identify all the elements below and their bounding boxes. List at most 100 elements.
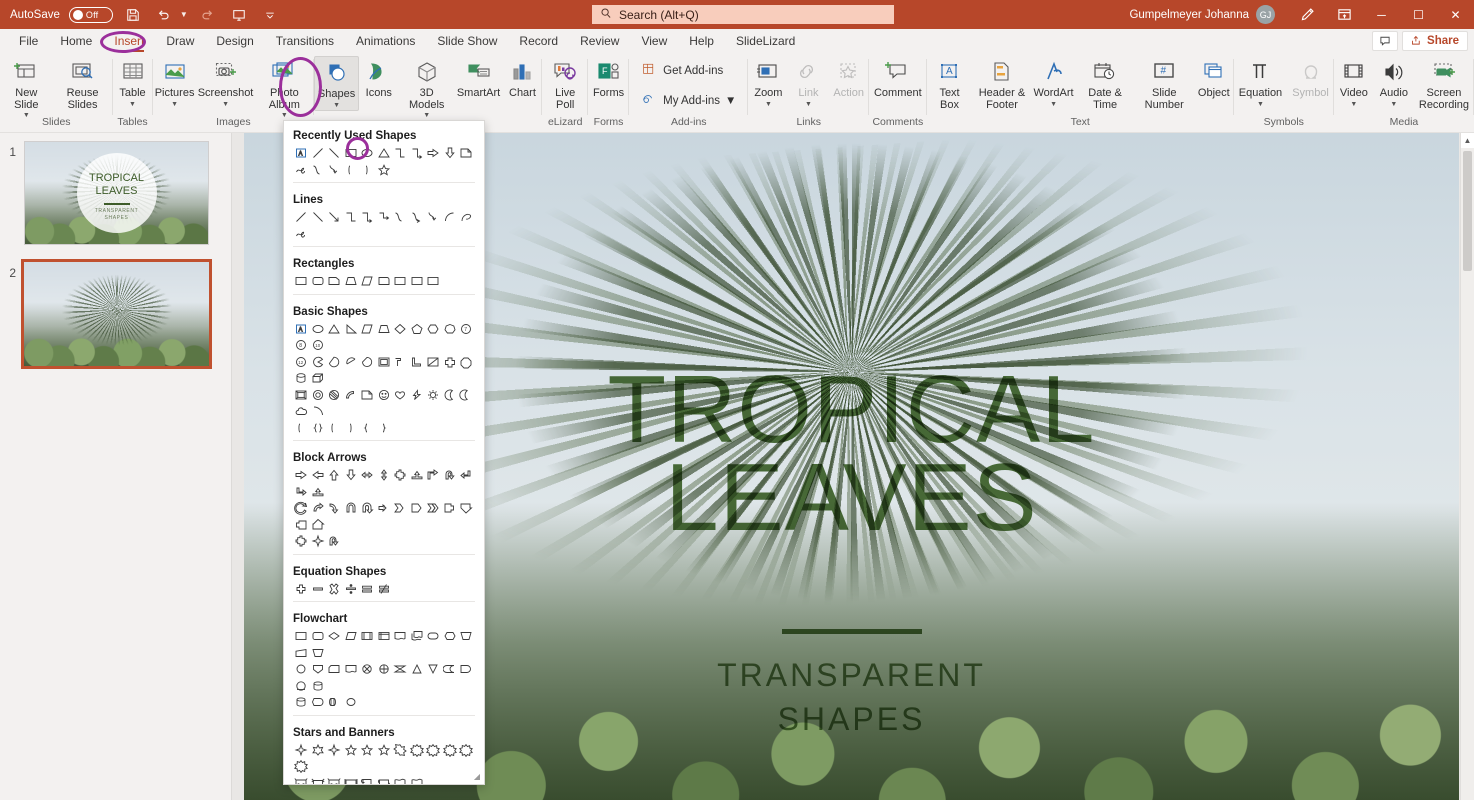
shape-item-bev[interactable] bbox=[293, 387, 310, 404]
shape-item-astr[interactable] bbox=[376, 500, 393, 517]
ribbon-display-options-icon[interactable] bbox=[1326, 0, 1363, 29]
shape-item-pent[interactable] bbox=[409, 321, 426, 338]
shape-item-eneq[interactable] bbox=[376, 581, 393, 598]
shape-item-for2[interactable] bbox=[376, 661, 393, 678]
shape-item-ell[interactable] bbox=[359, 145, 376, 162]
start-presentation-icon[interactable] bbox=[228, 4, 250, 26]
chevron-down-icon[interactable]: ▼ bbox=[333, 102, 340, 110]
shape-item-foff[interactable] bbox=[310, 661, 327, 678]
shape-item-fdec[interactable] bbox=[326, 628, 343, 645]
shape-item-circ10[interactable]: 10 bbox=[310, 337, 327, 354]
shape-item-cross[interactable] bbox=[442, 354, 459, 371]
shape-item-fmanop[interactable] bbox=[310, 645, 327, 662]
shape-item-arcl[interactable] bbox=[310, 403, 327, 420]
shape-item-fold[interactable] bbox=[359, 387, 376, 404]
shape-item-rect[interactable] bbox=[343, 145, 360, 162]
shape-item-aqd[interactable] bbox=[310, 484, 327, 501]
shape-item-fseq[interactable] bbox=[293, 678, 310, 695]
shape-item-txtbox[interactable]: A bbox=[293, 321, 310, 338]
shape-item-s7[interactable] bbox=[392, 742, 409, 759]
ribbon-button-slide-number[interactable]: # Slide Number bbox=[1135, 56, 1194, 111]
shape-item-aR[interactable] bbox=[293, 467, 310, 484]
shape-item-noent[interactable] bbox=[326, 387, 343, 404]
scroll-up-arrow-icon[interactable]: ▲ bbox=[1461, 133, 1474, 148]
ribbon-button-table[interactable]: Table ▼ bbox=[113, 56, 153, 109]
shape-item-s8[interactable] bbox=[458, 742, 475, 759]
slide-thumbnail-image[interactable]: TROPICAL LEAVES TRANSPARENT SHAPES bbox=[24, 141, 209, 245]
shape-item-fdisk[interactable] bbox=[310, 678, 327, 695]
tab-help[interactable]: Help bbox=[678, 29, 725, 54]
slide-thumbnail-2[interactable]: 2 bbox=[6, 259, 212, 369]
ribbon-button-new-slide[interactable]: New Slide ▼ bbox=[0, 56, 53, 120]
chevron-down-icon[interactable]: ▼ bbox=[805, 101, 812, 109]
shape-item-scrib[interactable] bbox=[293, 226, 310, 243]
shape-item-rbr[interactable] bbox=[359, 162, 376, 179]
chevron-down-icon[interactable]: ▼ bbox=[765, 101, 772, 109]
shape-item-s4[interactable] bbox=[326, 742, 343, 759]
chevron-down-icon[interactable]: ▼ bbox=[23, 112, 30, 120]
shape-item-fdelay[interactable] bbox=[458, 661, 475, 678]
shape-item-fsort[interactable] bbox=[392, 661, 409, 678]
tab-transitions[interactable]: Transitions bbox=[265, 29, 345, 54]
search-input[interactable]: Search (Alt+Q) bbox=[592, 5, 894, 24]
chevron-down-icon[interactable]: ▼ bbox=[281, 112, 288, 120]
shape-item-apent[interactable] bbox=[409, 500, 426, 517]
shape-item-s8[interactable] bbox=[409, 742, 426, 759]
shape-item-s8[interactable] bbox=[442, 742, 459, 759]
ribbon-button-3d-models[interactable]: 3D Models ▼ bbox=[399, 56, 455, 120]
ribbon-button-forms[interactable]: F Forms bbox=[588, 56, 629, 100]
chevron-down-icon[interactable]: ▼ bbox=[725, 95, 736, 107]
ribbon-button-shapes[interactable]: Shapes ▼ bbox=[314, 56, 359, 111]
ribbon-button-audio[interactable]: Audio ▼ bbox=[1374, 56, 1414, 109]
shape-item-lbr[interactable] bbox=[293, 420, 310, 437]
shape-item-tri[interactable] bbox=[326, 321, 343, 338]
shape-item-acal3[interactable] bbox=[293, 517, 310, 534]
shape-item-fmanin[interactable] bbox=[293, 645, 310, 662]
shape-item-wav1[interactable] bbox=[392, 775, 409, 784]
chevron-down-icon[interactable]: ▼ bbox=[171, 101, 178, 109]
tab-review[interactable]: Review bbox=[569, 29, 630, 54]
tab-draw[interactable]: Draw bbox=[155, 29, 205, 54]
comment-icon[interactable] bbox=[1372, 31, 1399, 51]
shape-item-fextr[interactable] bbox=[409, 661, 426, 678]
shape-item-aqd[interactable] bbox=[409, 467, 426, 484]
shape-item-snip1[interactable] bbox=[326, 273, 343, 290]
shape-item-sun[interactable] bbox=[425, 387, 442, 404]
shape-item-s5[interactable] bbox=[376, 742, 393, 759]
shape-item-s5[interactable] bbox=[359, 742, 376, 759]
shape-item-ediv[interactable] bbox=[343, 581, 360, 598]
shape-item-para[interactable] bbox=[359, 321, 376, 338]
shape-item-elbow[interactable] bbox=[392, 145, 409, 162]
scrollbar-thumb[interactable] bbox=[1463, 151, 1472, 271]
shape-item-teard[interactable] bbox=[359, 354, 376, 371]
shape-item-a4[interactable] bbox=[392, 467, 409, 484]
shape-item-ell[interactable] bbox=[310, 321, 327, 338]
shape-item-a4[interactable] bbox=[293, 533, 310, 550]
shape-item-sb3[interactable] bbox=[343, 775, 360, 784]
ribbon-button-video[interactable]: Video ▼ bbox=[1334, 56, 1374, 109]
ribbon-button-photo-album[interactable]: Photo Album ▼ bbox=[254, 56, 314, 120]
shape-item-lbr[interactable] bbox=[343, 162, 360, 179]
redo-icon[interactable] bbox=[197, 4, 219, 26]
shape-item-achev[interactable] bbox=[392, 500, 409, 517]
ribbon-button-text-box[interactable]: A Text Box bbox=[927, 56, 973, 111]
chevron-down-icon[interactable]: ▼ bbox=[1257, 101, 1264, 109]
pen-icon[interactable] bbox=[1289, 0, 1326, 29]
shape-item-scrib[interactable] bbox=[293, 162, 310, 179]
shape-item-heart[interactable] bbox=[392, 387, 409, 404]
shape-item-falt[interactable] bbox=[310, 628, 327, 645]
shape-item-fdata[interactable] bbox=[343, 628, 360, 645]
shape-item-brc[interactable] bbox=[310, 420, 327, 437]
tab-insert[interactable]: Insert bbox=[103, 29, 155, 54]
shape-item-abr[interactable] bbox=[293, 484, 310, 501]
shape-item-s5[interactable] bbox=[376, 162, 393, 179]
shape-item-round1[interactable] bbox=[376, 273, 393, 290]
shape-item-chord[interactable] bbox=[343, 354, 360, 371]
tab-animations[interactable]: Animations bbox=[345, 29, 426, 54]
shape-item-acur1[interactable] bbox=[310, 500, 327, 517]
ribbon-button-chart[interactable]: Chart bbox=[502, 56, 542, 100]
shape-item-s8[interactable] bbox=[293, 758, 310, 775]
shape-item-sb[interactable] bbox=[293, 775, 310, 784]
shape-item-ftape[interactable] bbox=[343, 661, 360, 678]
shape-item-fmdoc[interactable] bbox=[409, 628, 426, 645]
